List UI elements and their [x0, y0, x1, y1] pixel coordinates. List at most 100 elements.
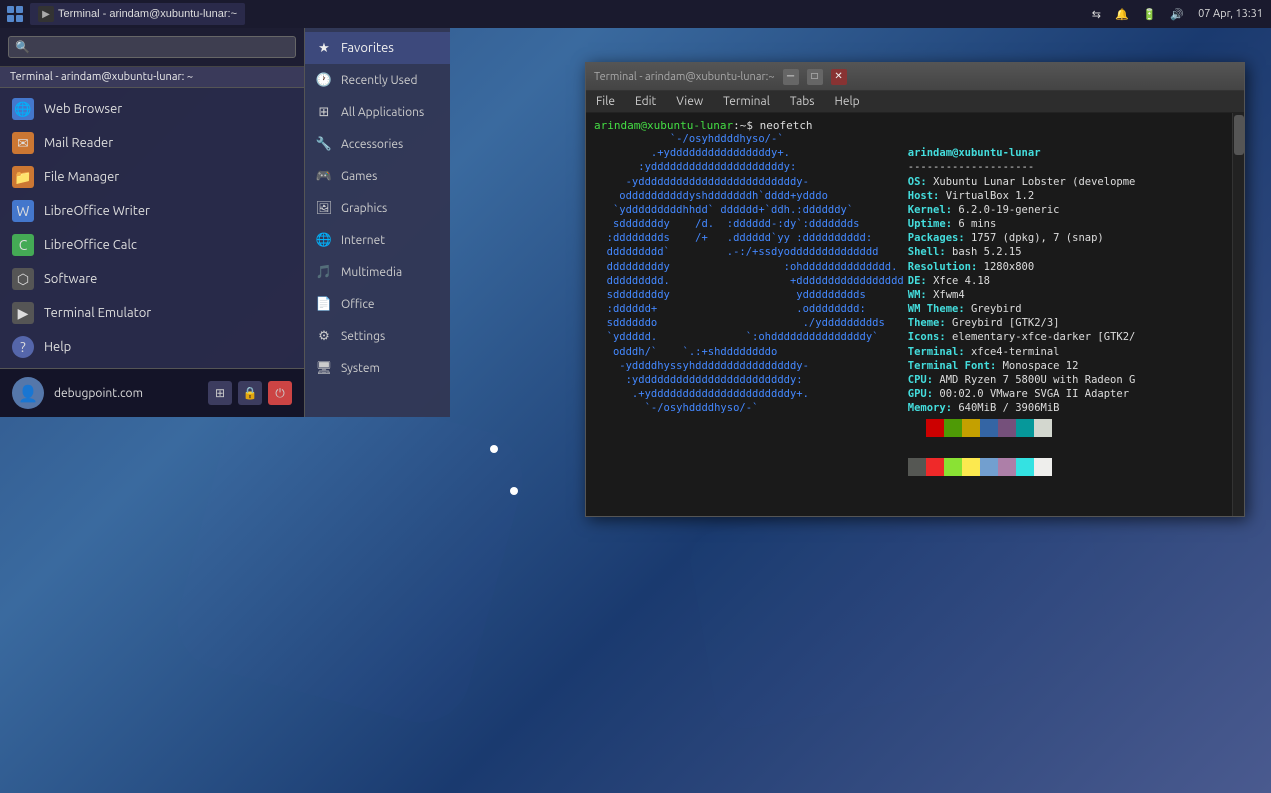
color-swatch: [944, 458, 962, 476]
menu-item-label: Help: [44, 340, 71, 354]
menu-item-help[interactable]: ? Help: [0, 330, 304, 364]
cat-icon: 🎮: [315, 167, 333, 185]
terminal-body: arindam@xubuntu-lunar:~$ neofetch `-/osy…: [586, 113, 1244, 516]
color-swatches-row2: [908, 458, 1224, 476]
lock-screen-button[interactable]: 🔒: [238, 381, 262, 405]
user-avatar: 👤: [12, 377, 44, 409]
terminal-window: Terminal - arindam@xubuntu-lunar:~ ─ □ ✕…: [585, 62, 1245, 517]
terminal-scrollbar-thumb[interactable]: [1234, 115, 1244, 155]
menu-left-panel: Terminal - arindam@xubuntu-lunar: ~ 🌐 We…: [0, 28, 305, 417]
terminal-close-button[interactable]: ✕: [831, 69, 847, 85]
menu-item-icon: ⬡: [12, 268, 34, 290]
category-item-settings[interactable]: ⚙Settings: [305, 320, 450, 352]
favorites-icon: ★: [315, 39, 333, 57]
color-swatch: [1034, 458, 1052, 476]
color-swatch: [926, 419, 944, 437]
desktop-dot-2: [510, 487, 518, 495]
taskbar: ▶ Terminal - arindam@xubuntu-lunar:~ ⇆ 🔔…: [0, 0, 1271, 28]
menu-item-icon: ✉: [12, 132, 34, 154]
menu-tooltip: Terminal - arindam@xubuntu-lunar: ~: [0, 67, 304, 88]
category-item-graphics[interactable]: 🖼 Graphics: [305, 192, 450, 224]
username-label: debugpoint.com: [54, 387, 198, 400]
menu-item-terminal-emulator[interactable]: ▶ Terminal Emulator: [0, 296, 304, 330]
menu-tabs[interactable]: Tabs: [786, 93, 819, 110]
taskbar-terminal-button[interactable]: ▶ Terminal - arindam@xubuntu-lunar:~: [30, 3, 245, 25]
category-item-multimedia[interactable]: 🎵Multimedia: [305, 256, 450, 288]
search-bar: [0, 28, 304, 67]
terminal-prompt: arindam@xubuntu-lunar: [594, 119, 733, 132]
cat-label: All Applications: [341, 106, 424, 119]
color-swatch: [998, 419, 1016, 437]
menu-edit[interactable]: Edit: [631, 93, 660, 110]
cat-label: Internet: [341, 234, 385, 247]
search-input[interactable]: [8, 36, 296, 58]
desktop-dot-1: [490, 445, 498, 453]
menu-item-libreoffice-calc[interactable]: C LibreOffice Calc: [0, 228, 304, 262]
terminal-info: arindam@xubuntu-lunar ------------------…: [908, 132, 1224, 506]
cat-icon: 🕐: [315, 71, 333, 89]
footer-buttons: ⊞ 🔒 ⏻: [208, 381, 292, 405]
cat-label: Office: [341, 298, 375, 311]
category-item-office[interactable]: 📄 Office: [305, 288, 450, 320]
terminal-prompt-line: arindam@xubuntu-lunar:~$ neofetch: [594, 119, 1224, 132]
switch-user-button[interactable]: ⊞: [208, 381, 232, 405]
category-item-internet[interactable]: 🌐Internet: [305, 224, 450, 256]
cat-icon: 📄: [315, 295, 333, 313]
menu-item-software[interactable]: ⬡ Software: [0, 262, 304, 296]
terminal-minimize-button[interactable]: ─: [783, 69, 799, 85]
cat-label: Games: [341, 170, 377, 183]
menu-item-web-browser[interactable]: 🌐 Web Browser: [0, 92, 304, 126]
category-favorites-header[interactable]: ★ Favorites: [305, 32, 450, 64]
taskbar-left: ▶ Terminal - arindam@xubuntu-lunar:~: [4, 3, 1088, 25]
battery-icon[interactable]: 🔋: [1139, 8, 1161, 21]
logout-button[interactable]: ⏻: [268, 381, 292, 405]
cat-label: Graphics: [341, 202, 387, 215]
volume-icon[interactable]: 🔊: [1166, 8, 1188, 21]
terminal-menubar: File Edit View Terminal Tabs Help: [586, 91, 1244, 113]
terminal-maximize-button[interactable]: □: [807, 69, 823, 85]
network-icon[interactable]: ⇆: [1088, 8, 1105, 21]
terminal-title: Terminal - arindam@xubuntu-lunar:~: [594, 71, 775, 83]
color-swatch: [962, 419, 980, 437]
menu-item-mail-reader[interactable]: ✉ Mail Reader: [0, 126, 304, 160]
menu-help[interactable]: Help: [830, 93, 863, 110]
menu-item-file-manager[interactable]: 📁 File Manager: [0, 160, 304, 194]
menu-item-label: Terminal Emulator: [44, 306, 151, 320]
category-item-recently-used[interactable]: 🕐 Recently Used: [305, 64, 450, 96]
cat-icon: 🖥: [315, 359, 333, 377]
taskbar-app-menu-icon[interactable]: [4, 3, 26, 25]
category-item-system[interactable]: 🖥System: [305, 352, 450, 384]
menu-footer: 👤 debugpoint.com ⊞ 🔒 ⏻: [0, 368, 304, 417]
taskbar-title-text: Terminal - arindam@xubuntu-lunar:~: [58, 8, 237, 20]
menu-file[interactable]: File: [592, 93, 619, 110]
menu-terminal[interactable]: Terminal: [719, 93, 774, 110]
color-swatch: [998, 458, 1016, 476]
notification-icon[interactable]: 🔔: [1111, 8, 1133, 21]
cat-icon: ⊞: [315, 103, 333, 121]
category-item-all-applications[interactable]: ⊞ All Applications: [305, 96, 450, 128]
menu-item-icon: W: [12, 200, 34, 222]
menu-item-icon: C: [12, 234, 34, 256]
menu-item-libreoffice-writer[interactable]: W LibreOffice Writer: [0, 194, 304, 228]
color-swatch: [1016, 458, 1034, 476]
menu-view[interactable]: View: [672, 93, 707, 110]
category-item-accessories[interactable]: 🔧Accessories: [305, 128, 450, 160]
menu-item-label: Mail Reader: [44, 136, 113, 150]
terminal-scrollbar[interactable]: [1232, 113, 1244, 516]
cat-label: Recently Used: [341, 74, 418, 87]
application-menu: Terminal - arindam@xubuntu-lunar: ~ 🌐 We…: [0, 28, 450, 417]
menu-item-icon: 🌐: [12, 98, 34, 120]
category-item-games[interactable]: 🎮 Games: [305, 160, 450, 192]
menu-item-icon: ▶: [12, 302, 34, 324]
terminal-icon-small: ▶: [38, 6, 54, 22]
favorites-label: Favorites: [341, 41, 394, 55]
color-swatch: [980, 419, 998, 437]
color-swatch: [1034, 419, 1052, 437]
menu-item-icon: 📁: [12, 166, 34, 188]
cat-icon: 🔧: [315, 135, 333, 153]
color-swatch: [908, 458, 926, 476]
terminal-prompt-separator: :~$: [733, 119, 760, 132]
datetime-display[interactable]: 07 Apr, 13:31: [1194, 8, 1267, 20]
cat-icon: 🖼: [315, 199, 333, 217]
cat-icon: 🎵: [315, 263, 333, 281]
